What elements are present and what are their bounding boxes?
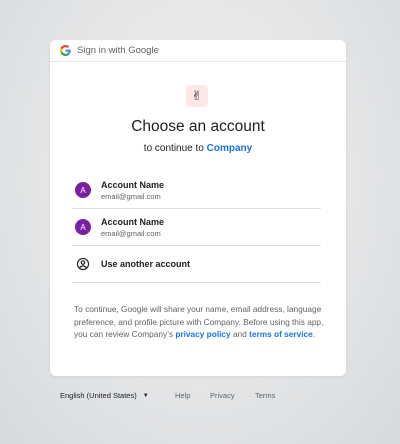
account-text: Account Name email@gmail.com xyxy=(101,217,164,238)
account-name: Account Name xyxy=(101,179,165,190)
terms-of-service-link[interactable]: terms of service xyxy=(249,329,313,339)
card-header: Sign in with Google xyxy=(50,40,346,62)
app-logo: ✌ xyxy=(186,85,208,107)
disclaimer-and: and xyxy=(232,329,247,339)
account-item-1[interactable]: A Account Name email@gmail.com xyxy=(72,172,321,209)
privacy-link[interactable]: Privacy xyxy=(210,391,235,400)
disclaimer-end: . xyxy=(312,329,316,339)
account-circle-icon xyxy=(76,257,90,271)
page-title: Choose an account xyxy=(131,118,265,135)
terms-link[interactable]: Terms xyxy=(255,391,275,400)
caret-down-icon: ▼ xyxy=(142,392,149,399)
victory-hand-icon: ✌ xyxy=(191,88,203,103)
account-item-2[interactable]: A Account Name email@gmail.com xyxy=(72,209,321,246)
company-name: Company xyxy=(206,143,253,154)
account-email: email@gmail.com xyxy=(101,228,161,238)
header-text: Sign in with Google xyxy=(77,45,159,56)
account-chooser-card: Sign in with Google ✌ Choose an account … xyxy=(50,40,346,376)
use-another-account-label: Use another account xyxy=(101,259,191,269)
subtitle: to continue to Company xyxy=(50,143,346,154)
google-g-icon xyxy=(60,45,71,56)
help-link[interactable]: Help xyxy=(175,391,190,400)
language-selector[interactable]: English (United States) ▼ xyxy=(60,391,149,400)
account-text: Account Name email@gmail.com xyxy=(101,180,164,201)
consent-disclaimer: To continue, Google will share your name… xyxy=(74,303,324,341)
avatar: A xyxy=(75,219,91,235)
account-name: Account Name xyxy=(101,216,165,227)
use-another-account-button[interactable]: Use another account xyxy=(72,246,321,283)
privacy-policy-link[interactable]: privacy policy xyxy=(175,329,230,339)
avatar: A xyxy=(75,182,91,198)
subtitle-prefix: to continue to xyxy=(143,143,204,154)
language-label: English (United States) xyxy=(60,391,137,400)
account-email: email@gmail.com xyxy=(101,191,161,201)
